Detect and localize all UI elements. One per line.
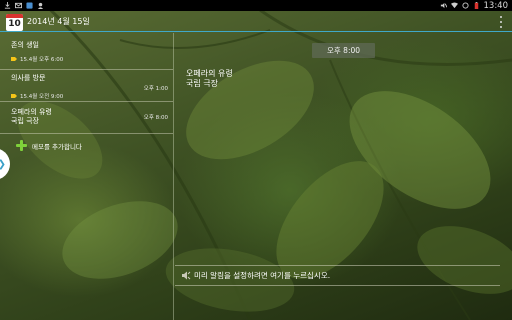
event-list-panel: 존의 생일 15.4월 오후 6:00 의사를 방문 오후 1:00 15.4월… <box>0 33 174 320</box>
alarm-icon <box>11 94 17 98</box>
status-bar: 13:40 <box>0 0 512 11</box>
add-memo-label: 메모를 추가합니다 <box>32 142 82 151</box>
reminder-text: 미리 알림을 설정하려면 여기를 누르십시오. <box>194 271 331 280</box>
mail-icon <box>15 2 22 9</box>
mute-icon <box>440 2 447 9</box>
detail-title: 오페라의 유령 국립 극장 <box>186 69 233 88</box>
event-alarm: 15.4월 오전 9:00 <box>11 92 168 100</box>
wifi-icon <box>450 2 458 9</box>
event-alarm-text: 15.4월 오전 9:00 <box>20 94 64 100</box>
add-memo-button[interactable]: 메모를 추가합니다 <box>0 134 173 151</box>
download-icon <box>4 2 11 9</box>
set-reminder-button[interactable]: 미리 알림을 설정하려면 여기를 누르십시오. <box>175 265 500 286</box>
event-alarm: 15.4월 오후 6:00 <box>11 55 168 63</box>
event-time: 오후 1:00 <box>143 86 168 92</box>
overflow-menu-icon[interactable] <box>498 16 504 28</box>
event-time: 오후 8:00 <box>143 115 168 121</box>
event-title: 존의 생일 <box>11 41 39 49</box>
reminder-speaker-icon <box>182 271 191 280</box>
event-list-item[interactable]: 존의 생일 15.4월 오후 6:00 <box>0 33 173 70</box>
sync-icon <box>461 2 469 9</box>
chevron-right-icon: ❯ <box>0 159 6 170</box>
event-list-item[interactable]: 의사를 방문 오후 1:00 15.4월 오전 9:00 <box>0 70 173 102</box>
event-detail-panel: 오후 8:00 오페라의 유령 국립 극장 미리 알림을 설정하려면 여기를 누… <box>175 33 512 320</box>
plus-icon <box>16 140 27 151</box>
user-icon <box>37 2 44 9</box>
image-icon <box>26 2 33 9</box>
status-clock: 13:40 <box>483 0 509 11</box>
calendar-day-number: 10 <box>8 19 21 29</box>
detail-time: 오후 8:00 <box>312 43 375 58</box>
app-header: 10 2014년 4월 15일 <box>0 11 512 32</box>
system-icons: 13:40 <box>440 0 509 11</box>
event-title: 의사를 방문 <box>11 74 46 82</box>
notification-icons <box>4 2 44 9</box>
calendar-icon[interactable]: 10 <box>6 14 23 31</box>
event-list-item-selected[interactable]: 오페라의 유령 국립 극장 오후 8:00 <box>0 102 173 134</box>
battery-icon <box>474 2 478 9</box>
event-alarm-text: 15.4월 오후 6:00 <box>20 57 64 63</box>
header-date[interactable]: 2014년 4월 15일 <box>27 16 90 27</box>
alarm-icon <box>11 57 17 61</box>
